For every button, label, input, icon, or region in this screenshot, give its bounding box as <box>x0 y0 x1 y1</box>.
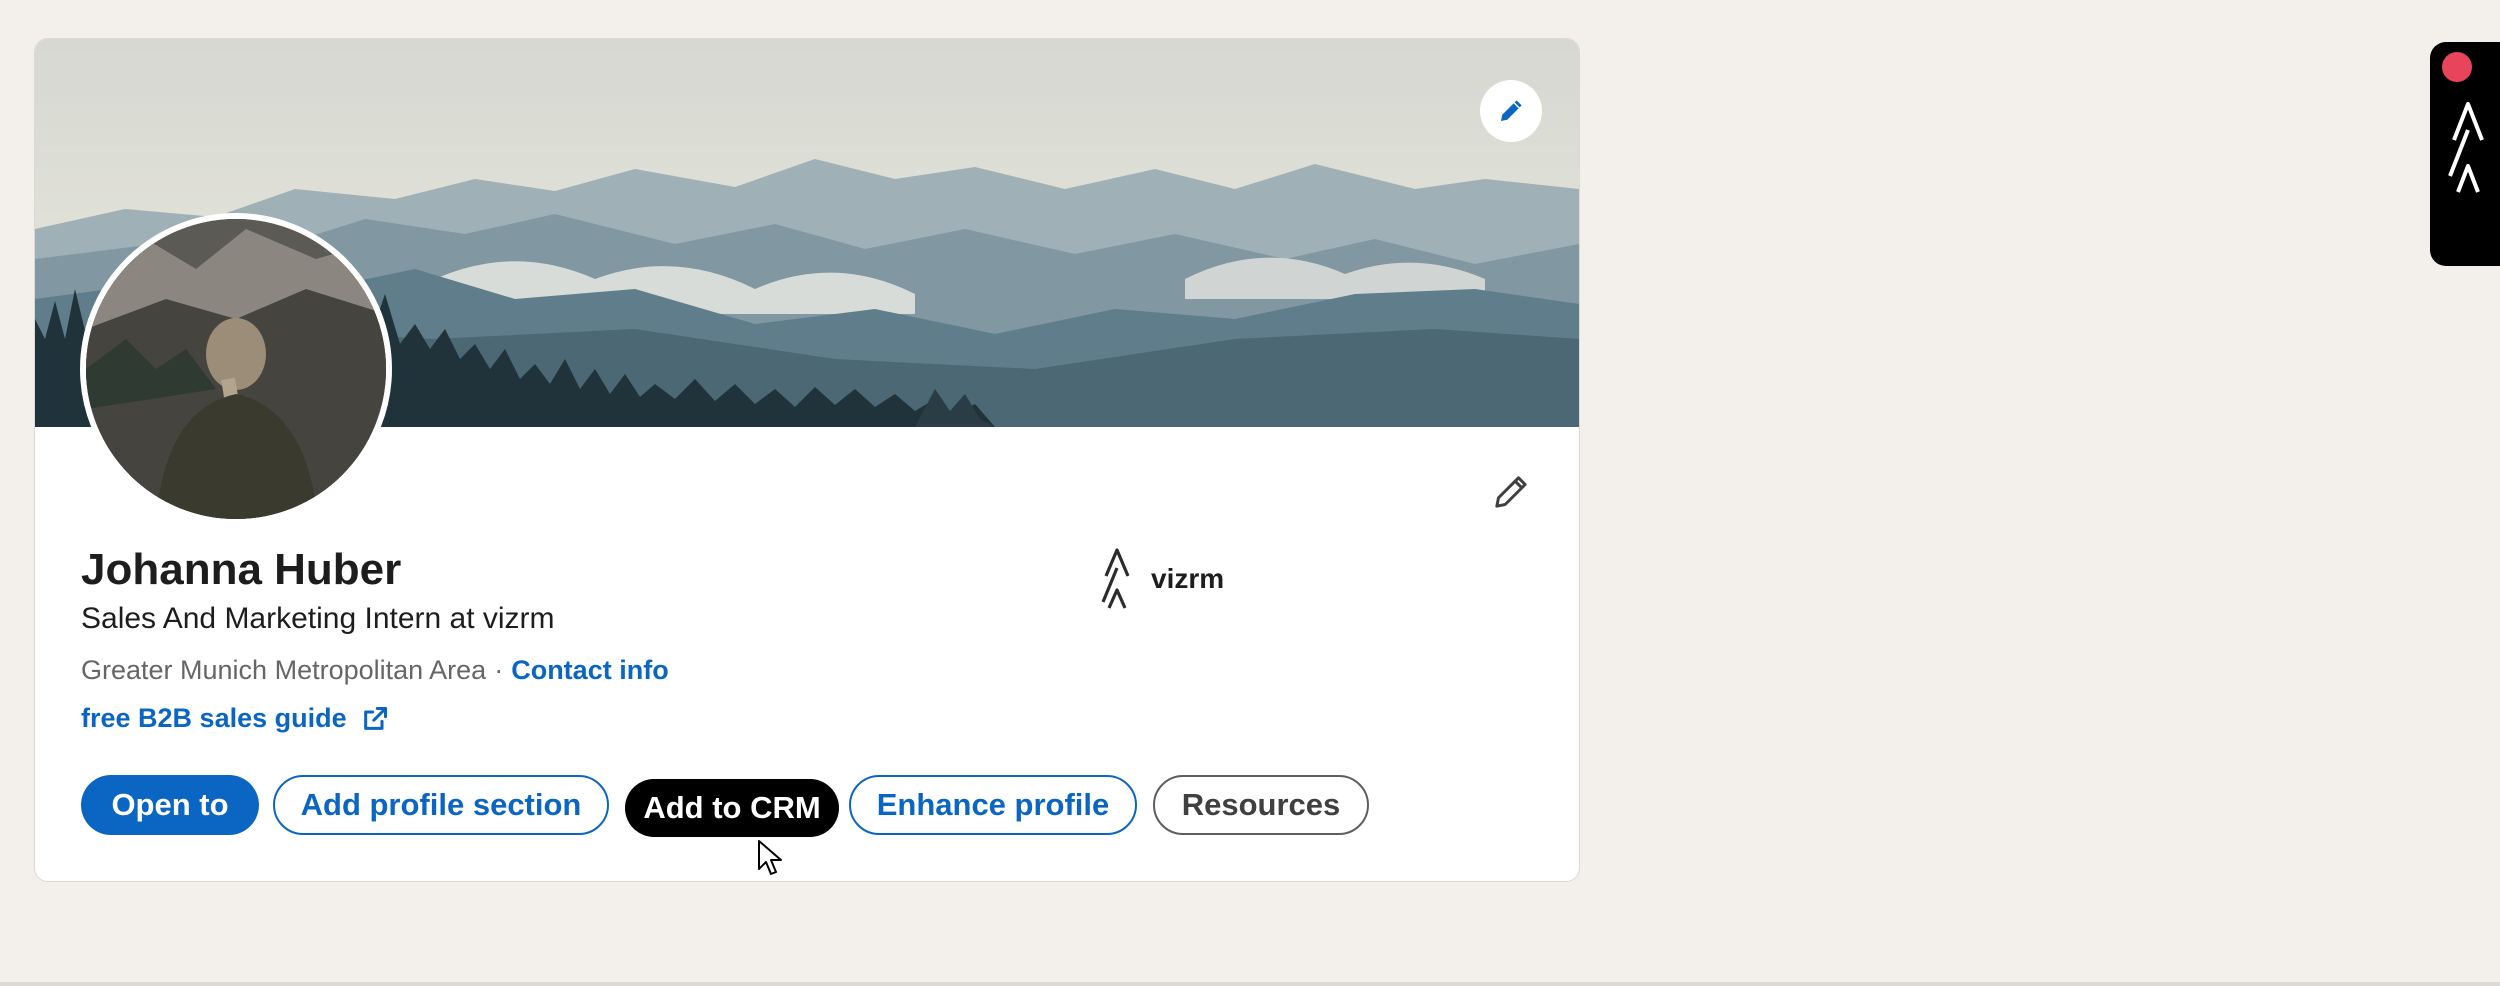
open-to-button[interactable]: Open to <box>81 775 259 835</box>
current-company[interactable]: vizrm <box>1097 539 1224 619</box>
profile-card: Johanna Huber Sales And Marketing Intern… <box>34 38 1580 882</box>
company-name: vizrm <box>1151 563 1225 594</box>
notification-dot <box>2442 52 2472 82</box>
bottom-divider <box>0 982 2500 986</box>
website-label: free B2B sales guide <box>81 703 347 733</box>
edit-banner-button[interactable] <box>1480 80 1542 142</box>
add-profile-section-button[interactable]: Add profile section <box>273 775 609 835</box>
profile-headline: Sales And Marketing Intern at vizrm <box>81 602 555 635</box>
resources-button[interactable]: Resources <box>1153 775 1369 835</box>
add-to-crm-button[interactable]: Add to CRM <box>625 779 839 837</box>
mouse-pointer-icon <box>758 840 782 875</box>
pencil-icon <box>1501 100 1522 121</box>
profile-name[interactable]: Johanna Huber <box>81 545 401 595</box>
vizrm-logo-icon <box>1101 548 1130 609</box>
avatar <box>86 219 386 519</box>
location-text: Greater Munich Metropolitan Area <box>81 655 487 685</box>
external-link-icon <box>363 706 387 730</box>
vizrm-extension-widget[interactable] <box>2430 42 2500 266</box>
profile-photo[interactable] <box>80 213 392 525</box>
vizrm-logo-icon <box>2448 102 2484 193</box>
website-link[interactable]: free B2B sales guide <box>81 703 389 734</box>
separator-dot: · <box>494 655 504 685</box>
edit-intro-button[interactable] <box>1483 464 1539 520</box>
contact-info-link[interactable]: Contact info <box>511 655 668 685</box>
enhance-profile-button[interactable]: Enhance profile <box>849 775 1137 835</box>
location-line: Greater Munich Metropolitan Area · Contact… <box>81 655 669 686</box>
pencil-icon <box>1495 476 1527 508</box>
